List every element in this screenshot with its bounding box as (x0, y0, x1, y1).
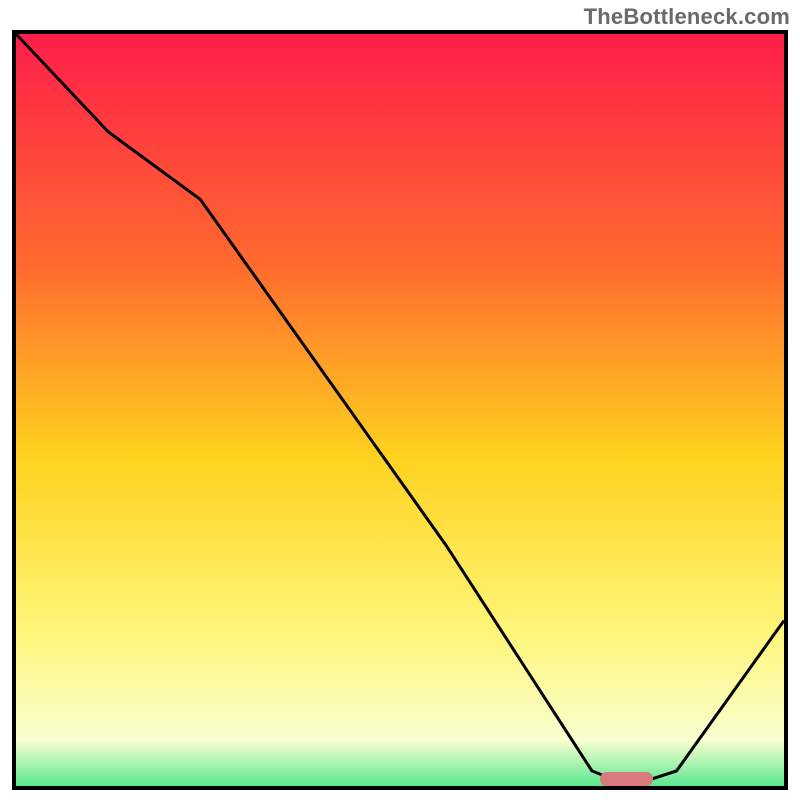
curve-path (16, 34, 784, 786)
bottleneck-curve (16, 34, 784, 786)
plot-frame (12, 30, 788, 790)
optimal-range-marker (600, 772, 654, 786)
watermark-text: TheBottleneck.com (584, 4, 790, 30)
